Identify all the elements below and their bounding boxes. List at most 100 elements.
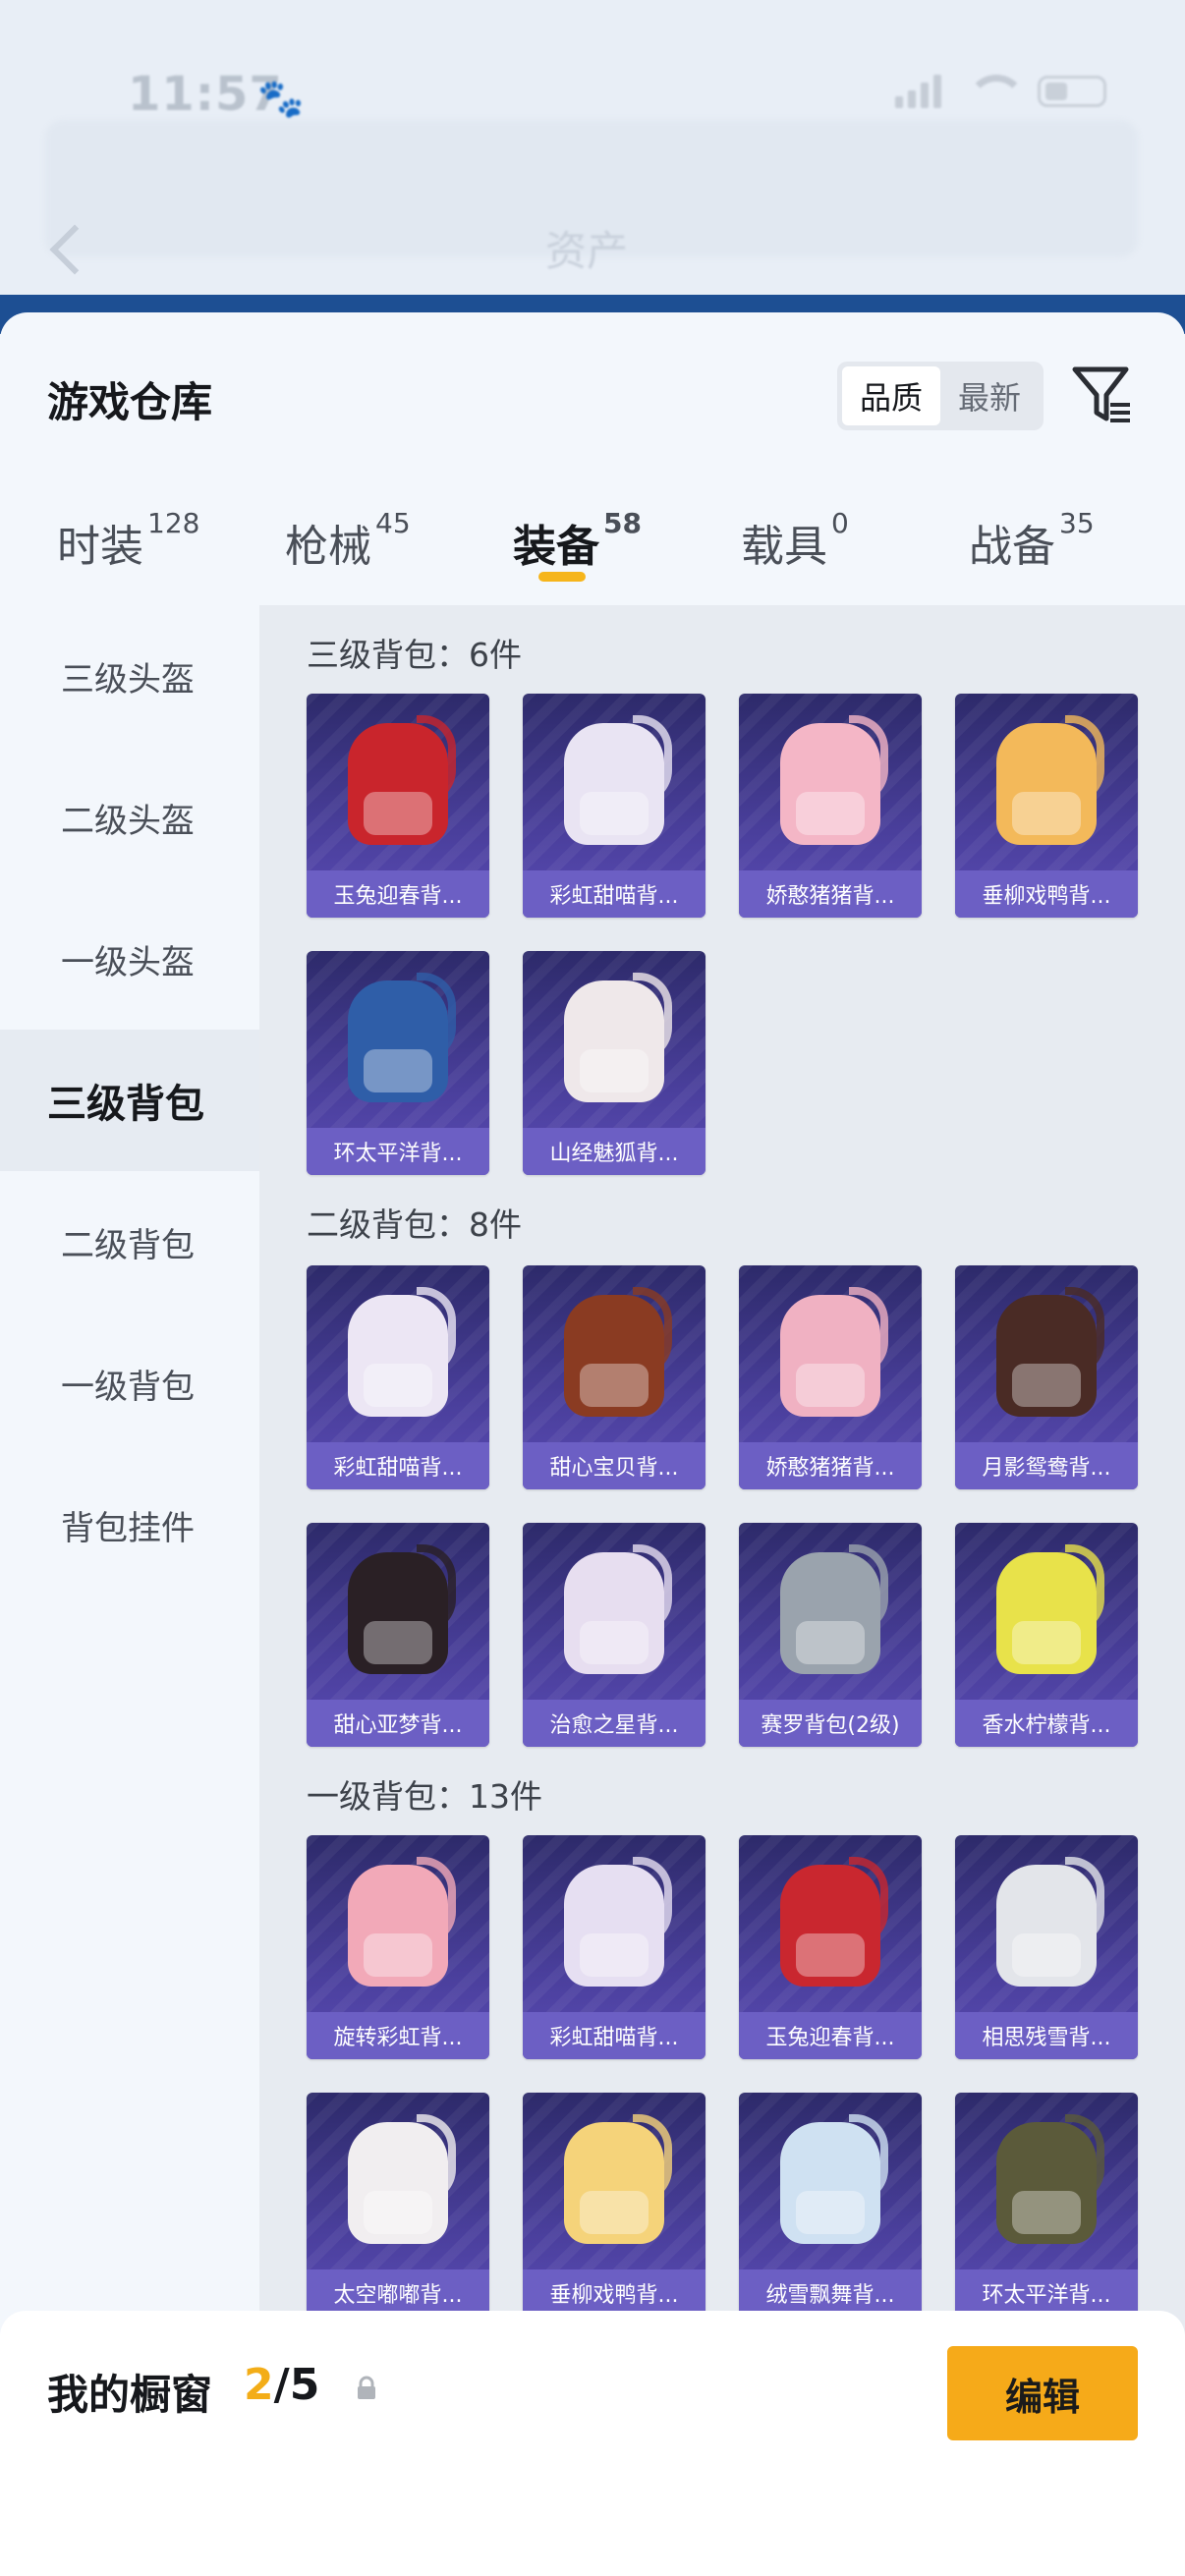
backpack-pocket — [1012, 2191, 1081, 2234]
item-name: 玉兔迎春背... — [739, 2012, 922, 2059]
item-name: 太空嘟嘟背... — [307, 2269, 489, 2317]
section-title: 二级背包：8件 — [307, 1205, 522, 1244]
tab-indicator — [538, 572, 586, 582]
item-name: 垂柳戏鸭背... — [955, 870, 1138, 918]
backpack-pocket — [580, 1364, 649, 1407]
sort-newest-option[interactable]: 最新 — [940, 366, 1039, 425]
background-header: 11:57 🐾 资产 — [0, 0, 1185, 314]
item-name: 玉兔迎春背... — [307, 870, 489, 918]
sidebar: 三级头盔 二级头盔 一级头盔 三级背包 二级背包 一级背包 背包挂件 — [0, 605, 259, 2576]
backpack-pocket — [796, 1364, 865, 1407]
item-card[interactable]: 太空嘟嘟背... — [307, 2093, 489, 2317]
item-name: 环太平洋背... — [955, 2269, 1138, 2317]
edit-button[interactable]: 编辑 — [947, 2346, 1138, 2440]
sidebar-item-lv3-helmet[interactable]: 三级头盔 — [0, 605, 259, 747]
backpack-pocket — [1012, 792, 1081, 835]
item-name: 香水柠檬背... — [955, 1700, 1138, 1747]
backpack-pocket — [580, 2191, 649, 2234]
backpack-pocket — [580, 1933, 649, 1977]
item-card[interactable]: 旋转彩虹背... — [307, 1835, 489, 2059]
tab-guns[interactable]: 枪械 45 — [285, 507, 411, 574]
item-name: 山经魅狐背... — [523, 1128, 705, 1175]
backpack-pocket — [796, 1933, 865, 1977]
item-name: 垂柳戏鸭背... — [523, 2269, 705, 2317]
sidebar-item-lv2-backpack[interactable]: 二级背包 — [0, 1171, 259, 1313]
backpack-pocket — [1012, 1621, 1081, 1664]
item-card[interactable]: 环太平洋背... — [307, 951, 489, 1175]
item-name: 绒雪飘舞背... — [739, 2269, 922, 2317]
item-card[interactable]: 香水柠檬背... — [955, 1523, 1138, 1747]
item-name: 彩虹甜喵背... — [523, 870, 705, 918]
item-name: 环太平洋背... — [307, 1128, 489, 1175]
sidebar-item-lv1-backpack[interactable]: 一级背包 — [0, 1313, 259, 1454]
section-title: 三级背包：6件 — [307, 636, 522, 674]
item-card[interactable]: 治愈之星背... — [523, 1523, 705, 1747]
backpack-pocket — [364, 2191, 432, 2234]
sidebar-item-backpack-charm[interactable]: 背包挂件 — [0, 1454, 259, 1596]
item-card[interactable]: 娇憨猪猪背... — [739, 1265, 922, 1489]
item-name: 月影鸳鸯背... — [955, 1442, 1138, 1489]
item-name: 娇憨猪猪背... — [739, 870, 922, 918]
item-name: 治愈之星背... — [523, 1700, 705, 1747]
showcase-count: 2/5 — [244, 2360, 320, 2410]
backpack-pocket — [796, 1621, 865, 1664]
backpack-pocket — [580, 792, 649, 835]
sort-quality-option[interactable]: 品质 — [842, 366, 940, 425]
item-card[interactable]: 彩虹甜喵背... — [523, 1835, 705, 2059]
item-card[interactable]: 月影鸳鸯背... — [955, 1265, 1138, 1489]
paw-icon: 🐾 — [257, 77, 305, 120]
item-card[interactable]: 相思残雪背... — [955, 1835, 1138, 2059]
status-bar: 11:57 🐾 — [0, 59, 1185, 128]
tab-fashion[interactable]: 时装 128 — [57, 507, 199, 574]
page-title: 资产 — [545, 227, 629, 275]
sidebar-item-lv2-helmet[interactable]: 二级头盔 — [0, 747, 259, 888]
sidebar-item-lv3-backpack[interactable]: 三级背包 — [0, 1030, 259, 1171]
item-name: 旋转彩虹背... — [307, 2012, 489, 2059]
item-card[interactable]: 玉兔迎春背... — [307, 694, 489, 918]
filter-icon[interactable] — [1071, 364, 1134, 426]
item-name: 甜心亚梦背... — [307, 1700, 489, 1747]
sort-toggle: 品质 最新 — [837, 362, 1044, 430]
status-icons — [895, 75, 1106, 108]
battery-icon — [1038, 76, 1106, 107]
backpack-pocket — [580, 1621, 649, 1664]
item-card[interactable]: 垂柳戏鸭背... — [955, 694, 1138, 918]
section-title: 一级背包：13件 — [307, 1777, 542, 1816]
warehouse-sheet: 游戏仓库 品质 最新 时装 128 枪械 45 装备 58 载具 0 战备 35 三级头盔… — [0, 312, 1185, 2576]
backpack-pocket — [796, 792, 865, 835]
tab-supplies[interactable]: 战备 35 — [969, 507, 1095, 574]
item-card[interactable]: 玉兔迎春背... — [739, 1835, 922, 2059]
item-card[interactable]: 山经魅狐背... — [523, 951, 705, 1175]
lock-icon — [354, 2376, 379, 2401]
signal-icon — [895, 75, 941, 108]
backpack-pocket — [580, 1049, 649, 1092]
item-card[interactable]: 彩虹甜喵背... — [523, 694, 705, 918]
tab-equipment[interactable]: 装备 58 — [513, 507, 642, 574]
item-name: 赛罗背包(2级) — [739, 1700, 922, 1747]
item-card[interactable]: 甜心亚梦背... — [307, 1523, 489, 1747]
backpack-pocket — [364, 1933, 432, 1977]
item-card[interactable]: 彩虹甜喵背... — [307, 1265, 489, 1489]
item-name: 娇憨猪猪背... — [739, 1442, 922, 1489]
sidebar-item-lv1-helmet[interactable]: 一级头盔 — [0, 888, 259, 1030]
backpack-pocket — [1012, 1933, 1081, 1977]
backpack-pocket — [796, 2191, 865, 2234]
showcase-label: 我的橱窗 — [47, 2371, 213, 2419]
item-card[interactable]: 娇憨猪猪背... — [739, 694, 922, 918]
backpack-pocket — [364, 1621, 432, 1664]
back-icon[interactable] — [43, 218, 83, 277]
wifi-icon — [967, 75, 1026, 108]
item-name: 彩虹甜喵背... — [307, 1442, 489, 1489]
item-card[interactable]: 赛罗背包(2级) — [739, 1523, 922, 1747]
item-card[interactable]: 甜心宝贝背... — [523, 1265, 705, 1489]
sheet-title: 游戏仓库 — [47, 378, 213, 426]
item-name: 甜心宝贝背... — [523, 1442, 705, 1489]
backpack-pocket — [364, 1364, 432, 1407]
item-card[interactable]: 绒雪飘舞背... — [739, 2093, 922, 2317]
item-name: 彩虹甜喵背... — [523, 2012, 705, 2059]
item-card[interactable]: 环太平洋背... — [955, 2093, 1138, 2317]
backpack-pocket — [364, 1049, 432, 1092]
tab-vehicles[interactable]: 载具 0 — [741, 507, 849, 574]
showcase-bar: 我的橱窗 2/5 编辑 — [0, 2311, 1185, 2576]
item-card[interactable]: 垂柳戏鸭背... — [523, 2093, 705, 2317]
